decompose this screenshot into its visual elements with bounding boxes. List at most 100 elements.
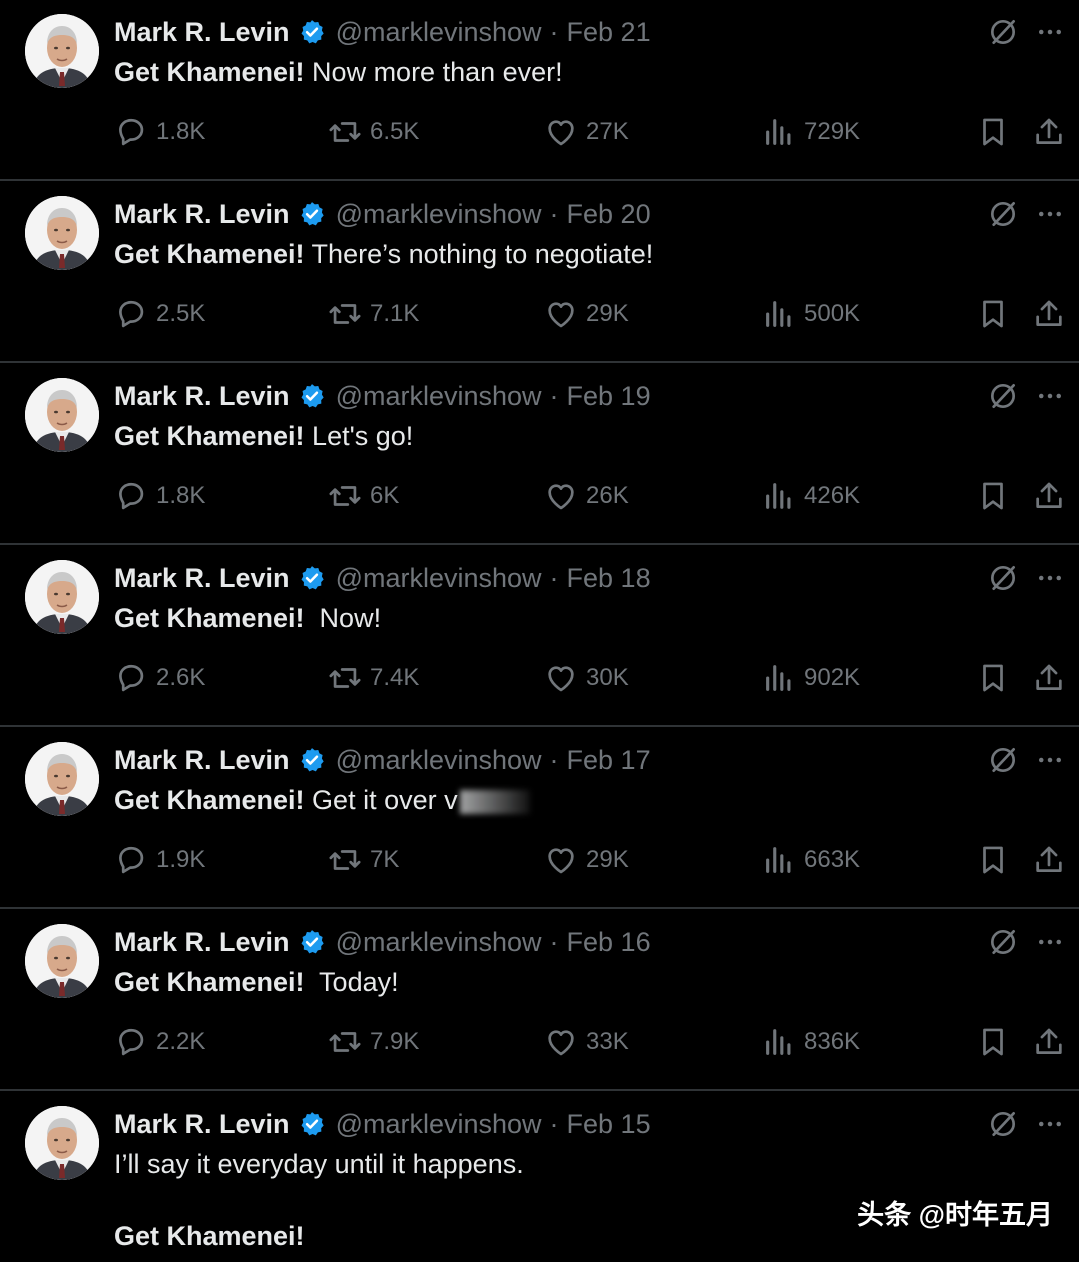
bookmark-icon xyxy=(976,661,1010,695)
reply-button[interactable]: 2.2K xyxy=(114,1022,205,1062)
like-button[interactable]: 30K xyxy=(544,658,629,698)
views-button[interactable]: 500K xyxy=(762,294,860,334)
share-button[interactable] xyxy=(1032,840,1074,880)
tweet-date[interactable]: Feb 15 xyxy=(567,1109,651,1140)
author-name[interactable]: Mark R. Levin xyxy=(114,199,290,230)
reply-button[interactable]: 2.5K xyxy=(114,294,205,334)
reply-count: 2.5K xyxy=(156,300,206,327)
more-icon[interactable] xyxy=(1035,745,1065,775)
reply-button[interactable]: 1.8K xyxy=(114,476,205,516)
author-handle[interactable]: @marklevinshow xyxy=(336,381,542,412)
bookmark-button[interactable] xyxy=(976,1022,1018,1062)
author-name[interactable]: Mark R. Levin xyxy=(114,563,290,594)
reply-button[interactable]: 1.8K xyxy=(114,112,205,152)
like-button[interactable]: 26K xyxy=(544,476,629,516)
like-button[interactable]: 29K xyxy=(544,294,629,334)
grok-icon[interactable] xyxy=(987,744,1019,776)
tweet-date[interactable]: Feb 21 xyxy=(567,17,651,48)
more-icon[interactable] xyxy=(1035,1109,1065,1139)
bookmark-button[interactable] xyxy=(976,294,1018,334)
author-name[interactable]: Mark R. Levin xyxy=(114,17,290,48)
retweet-count: 7.1K xyxy=(370,300,420,327)
like-button[interactable]: 29K xyxy=(544,840,629,880)
tweet-text-bold: Get Khamenei! xyxy=(114,239,305,269)
more-icon[interactable] xyxy=(1035,17,1065,47)
tweet[interactable]: Mark R. Levin @marklevinshow · Feb 15 I’… xyxy=(0,1092,1079,1262)
more-icon[interactable] xyxy=(1035,199,1065,229)
tweet[interactable]: Mark R. Levin @marklevinshow · Feb 21 Ge… xyxy=(0,0,1079,181)
more-icon[interactable] xyxy=(1035,563,1065,593)
avatar[interactable] xyxy=(25,196,99,270)
avatar[interactable] xyxy=(25,14,99,88)
grok-icon[interactable] xyxy=(987,198,1019,230)
tweet-date[interactable]: Feb 19 xyxy=(567,381,651,412)
reply-icon xyxy=(114,479,148,513)
verified-badge-icon xyxy=(298,746,326,774)
like-count: 29K xyxy=(586,846,629,873)
tweet-date[interactable]: Feb 16 xyxy=(567,927,651,958)
views-button[interactable]: 836K xyxy=(762,1022,860,1062)
tweet[interactable]: Mark R. Levin @marklevinshow · Feb 18 Ge… xyxy=(0,546,1079,727)
views-button[interactable]: 663K xyxy=(762,840,860,880)
author-handle[interactable]: @marklevinshow xyxy=(336,927,542,958)
tweet-text-bold: Get Khamenei! xyxy=(114,421,305,451)
tweet[interactable]: Mark R. Levin @marklevinshow · Feb 17 Ge… xyxy=(0,728,1079,909)
bookmark-button[interactable] xyxy=(976,658,1018,698)
tweet[interactable]: Mark R. Levin @marklevinshow · Feb 16 Ge… xyxy=(0,910,1079,1091)
retweet-button[interactable]: 6K xyxy=(328,476,399,516)
tweet-text: Get Khamenei! Now! xyxy=(114,600,874,636)
bookmark-button[interactable] xyxy=(976,840,1018,880)
retweet-button[interactable]: 7.9K xyxy=(328,1022,419,1062)
author-handle[interactable]: @marklevinshow xyxy=(336,745,542,776)
bookmark-button[interactable] xyxy=(976,476,1018,516)
share-button[interactable] xyxy=(1032,1022,1074,1062)
reply-button[interactable]: 2.6K xyxy=(114,658,205,698)
more-icon[interactable] xyxy=(1035,381,1065,411)
avatar[interactable] xyxy=(25,378,99,452)
share-button[interactable] xyxy=(1032,294,1074,334)
tweet-top-actions xyxy=(987,560,1065,596)
retweet-button[interactable]: 7.1K xyxy=(328,294,419,334)
author-handle[interactable]: @marklevinshow xyxy=(336,1109,542,1140)
author-handle[interactable]: @marklevinshow xyxy=(336,17,542,48)
tweet-text: I’ll say it everyday until it happens. G… xyxy=(114,1146,874,1254)
grok-icon[interactable] xyxy=(987,1108,1019,1140)
share-button[interactable] xyxy=(1032,658,1074,698)
share-button[interactable] xyxy=(1032,476,1074,516)
author-name[interactable]: Mark R. Levin xyxy=(114,927,290,958)
retweet-button[interactable]: 7.4K xyxy=(328,658,419,698)
avatar[interactable] xyxy=(25,742,99,816)
verified-badge-icon xyxy=(298,200,326,228)
tweet-date[interactable]: Feb 18 xyxy=(567,563,651,594)
tweet[interactable]: Mark R. Levin @marklevinshow · Feb 19 Ge… xyxy=(0,364,1079,545)
grok-icon[interactable] xyxy=(987,16,1019,48)
bookmark-icon xyxy=(976,843,1010,877)
share-button[interactable] xyxy=(1032,112,1074,152)
author-name[interactable]: Mark R. Levin xyxy=(114,1109,290,1140)
retweet-button[interactable]: 7K xyxy=(328,840,399,880)
grok-icon[interactable] xyxy=(987,926,1019,958)
author-handle[interactable]: @marklevinshow xyxy=(336,563,542,594)
author-name[interactable]: Mark R. Levin xyxy=(114,381,290,412)
views-button[interactable]: 426K xyxy=(762,476,860,516)
grok-icon[interactable] xyxy=(987,562,1019,594)
more-icon[interactable] xyxy=(1035,927,1065,957)
views-count: 663K xyxy=(804,846,861,873)
retweet-button[interactable]: 6.5K xyxy=(328,112,419,152)
author-handle[interactable]: @marklevinshow xyxy=(336,199,542,230)
views-button[interactable]: 729K xyxy=(762,112,860,152)
views-count: 729K xyxy=(804,118,861,145)
avatar[interactable] xyxy=(25,1106,99,1180)
bookmark-button[interactable] xyxy=(976,112,1018,152)
tweet[interactable]: Mark R. Levin @marklevinshow · Feb 20 Ge… xyxy=(0,182,1079,363)
tweet-date[interactable]: Feb 17 xyxy=(567,745,651,776)
avatar[interactable] xyxy=(25,924,99,998)
reply-button[interactable]: 1.9K xyxy=(114,840,205,880)
avatar[interactable] xyxy=(25,560,99,634)
grok-icon[interactable] xyxy=(987,380,1019,412)
author-name[interactable]: Mark R. Levin xyxy=(114,745,290,776)
like-button[interactable]: 27K xyxy=(544,112,629,152)
like-button[interactable]: 33K xyxy=(544,1022,629,1062)
views-button[interactable]: 902K xyxy=(762,658,860,698)
tweet-date[interactable]: Feb 20 xyxy=(567,199,651,230)
